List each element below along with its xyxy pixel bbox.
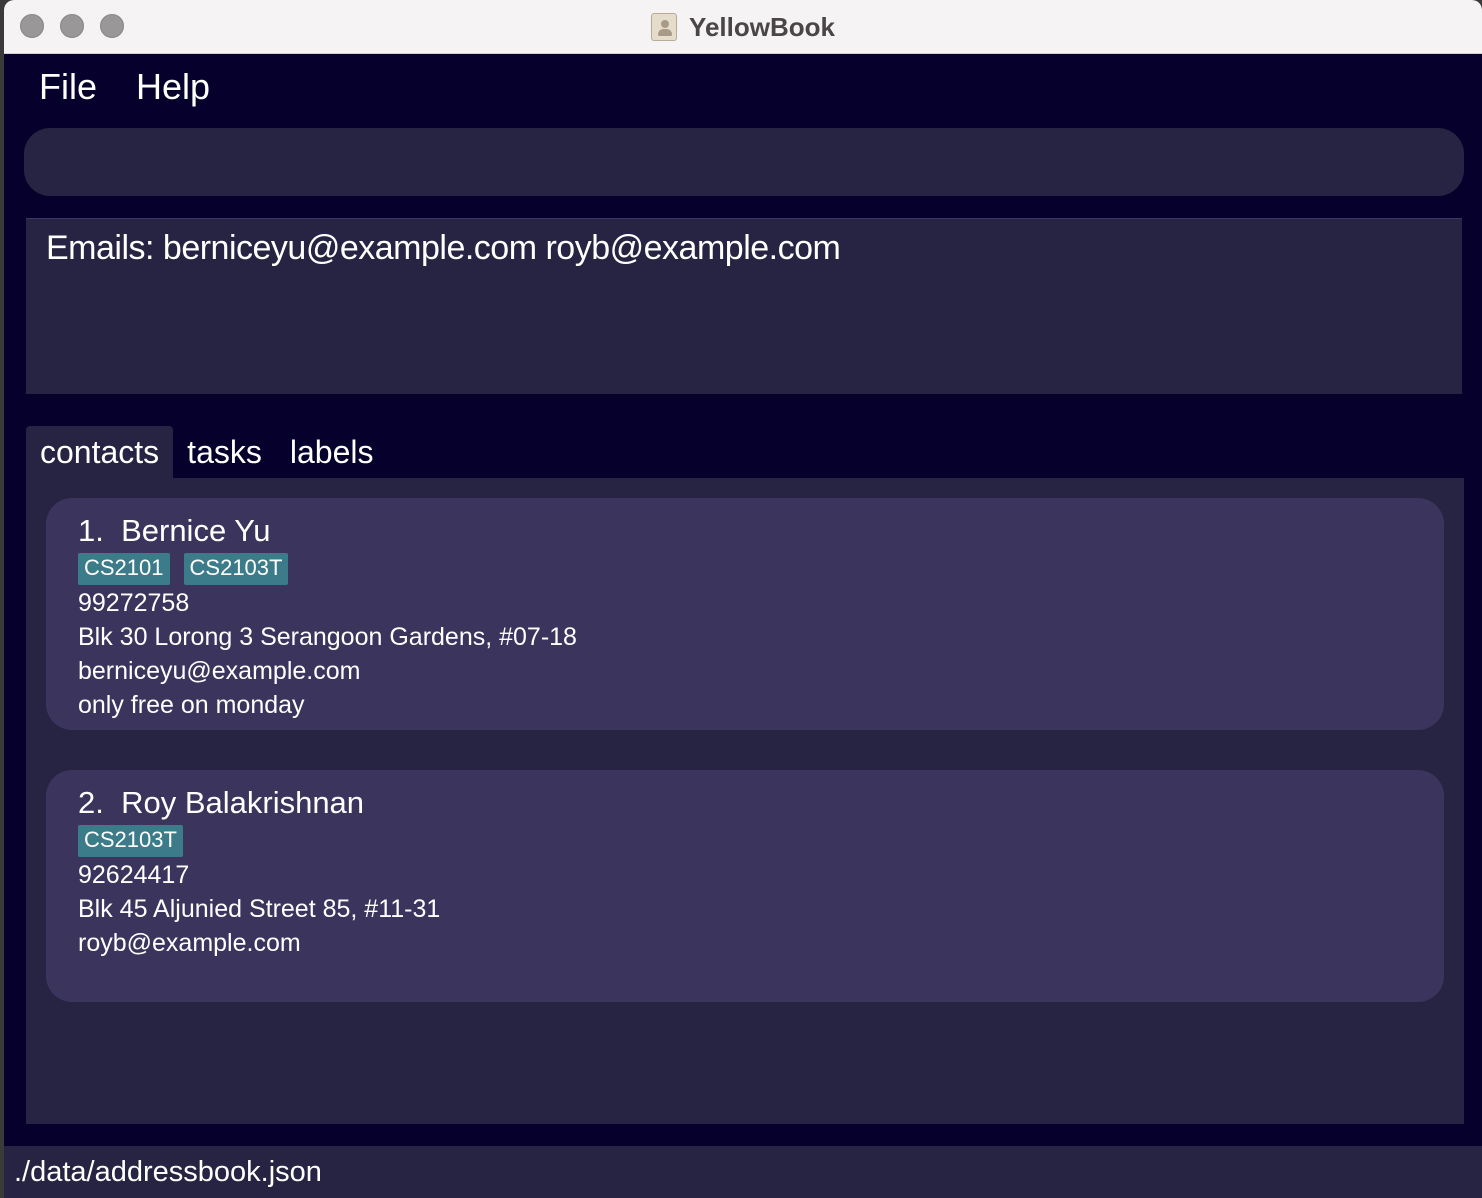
contact-phone: 99272758	[78, 589, 190, 617]
tag-badge: CS2101	[78, 553, 170, 585]
contacts-app-icon	[651, 13, 678, 41]
tab-tasks[interactable]: tasks	[173, 426, 276, 478]
tab-bar: contacts tasks labels	[26, 426, 387, 478]
contact-card[interactable]: 1. Bernice Yu CS2101 CS2103T 99272758 Bl…	[46, 498, 1444, 730]
menu-bar: File Help	[4, 54, 1482, 120]
contact-tags: CS2103T	[78, 825, 1412, 857]
tab-contacts[interactable]: contacts	[26, 426, 174, 478]
tab-labels[interactable]: labels	[276, 426, 388, 478]
tag-badge: CS2103T	[183, 553, 289, 585]
status-bar: ./data/addressbook.json	[4, 1146, 1482, 1198]
contact-remark: only free on monday	[78, 691, 305, 719]
contact-list[interactable]: 1. Bernice Yu CS2101 CS2103T 99272758 Bl…	[26, 478, 1464, 1124]
result-text: Emails: berniceyu@example.com royb@examp…	[46, 229, 841, 267]
tag-badge: CS2103T	[78, 825, 183, 857]
title-bar[interactable]: YellowBook	[4, 0, 1482, 54]
contact-name: 1. Bernice Yu	[78, 513, 271, 548]
contact-address: Blk 45 Aljunied Street 85, #11-31	[78, 895, 441, 923]
menu-file[interactable]: File	[39, 66, 97, 108]
command-input[interactable]	[24, 128, 1464, 196]
contact-email: berniceyu@example.com	[78, 657, 361, 685]
contact-name: 2. Roy Balakrishnan	[78, 785, 365, 820]
save-location-path: ./data/addressbook.json	[14, 1155, 322, 1188]
contact-address: Blk 30 Lorong 3 Serangoon Gardens, #07-1…	[78, 623, 577, 651]
app-window: YellowBook File Help Emails: berniceyu@e…	[4, 0, 1482, 1198]
contact-card[interactable]: 2. Roy Balakrishnan CS2103T 92624417 Blk…	[46, 770, 1444, 1002]
contact-email: royb@example.com	[78, 929, 301, 957]
title-group: YellowBook	[4, 0, 1482, 54]
contact-phone: 92624417	[78, 861, 190, 889]
window-title: YellowBook	[689, 11, 835, 42]
result-display[interactable]: Emails: berniceyu@example.com royb@examp…	[26, 218, 1462, 394]
menu-help[interactable]: Help	[136, 66, 210, 108]
contact-tags: CS2101 CS2103T	[78, 553, 1412, 585]
